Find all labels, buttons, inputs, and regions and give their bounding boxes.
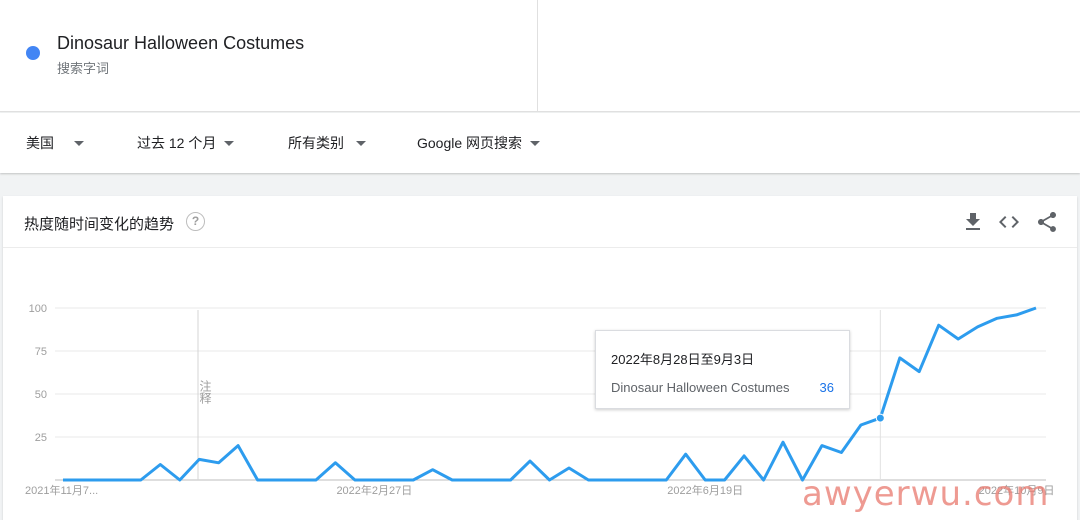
y-tick-label: 75 bbox=[35, 346, 47, 358]
tooltip-term: Dinosaur Halloween Costumes bbox=[611, 380, 790, 395]
google-trends-page: Dinosaur Halloween Costumes 搜索字词 比较 美国 过… bbox=[0, 0, 1080, 520]
tooltip-date: 2022年8月28日至9月3日 bbox=[611, 352, 755, 367]
tooltip-value: 36 bbox=[819, 380, 834, 395]
y-axis-ticks: 100 75 50 25 bbox=[29, 303, 47, 444]
y-tick-label: 25 bbox=[35, 432, 47, 444]
hover-point[interactable] bbox=[875, 413, 885, 423]
chart-tooltip: 2022年8月28日至9月3日 Dinosaur Halloween Costu… bbox=[595, 330, 850, 409]
interest-line-chart[interactable]: 100 75 50 25 2021年11月7... 2022年2月27日 2022年6月1… bbox=[0, 0, 1080, 520]
x-tick-label: 2022年6月19日 bbox=[667, 483, 743, 497]
annotation-label[interactable]: 注释 bbox=[198, 379, 212, 404]
x-tick-label: 2022年2月27日 bbox=[336, 483, 412, 497]
y-tick-label: 50 bbox=[35, 389, 47, 401]
x-tick-label: 2021年11月7... bbox=[25, 483, 98, 497]
watermark: awyerwu.com bbox=[802, 474, 1050, 514]
y-tick-label: 100 bbox=[29, 303, 47, 315]
